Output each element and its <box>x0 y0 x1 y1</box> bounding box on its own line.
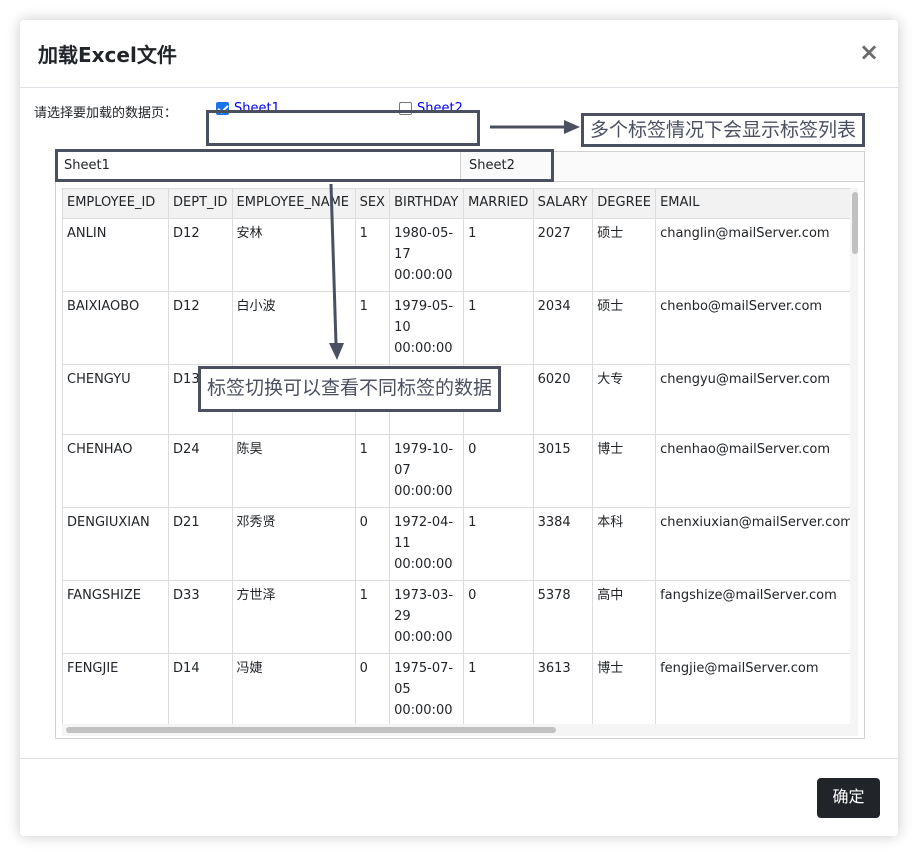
table-header-row: EMPLOYEE_ID DEPT_ID EMPLOYEE_NAME SEX BIRTHD… <box>62 188 858 219</box>
horizontal-scrollbar[interactable] <box>62 724 850 736</box>
horizontal-scroll-thumb[interactable] <box>66 727 556 733</box>
close-icon[interactable]: × <box>856 38 882 66</box>
table-cell: 1975-07-05 00:00:00 <box>389 653 465 727</box>
table-cell: 1 <box>463 218 534 292</box>
sheet-select-label: 请选择要加载的数据页： <box>34 106 178 121</box>
table-row[interactable]: DENGIUXIAN D21 邓秀贤 0 1972-04-11 00:00:00 1 338… <box>62 507 858 581</box>
table-cell: 5378 <box>532 580 594 654</box>
table-cell: 安林 <box>231 218 356 292</box>
column-header[interactable]: MARRIED <box>463 188 534 219</box>
table-cell: 1 <box>354 580 391 654</box>
table-cell: chenxiuxian@mailServer.com <box>655 507 858 581</box>
table-cell: CHENHAO <box>62 434 170 508</box>
table-cell: 3613 <box>532 653 594 727</box>
table-cell: 0 <box>354 653 391 727</box>
table-cell: 2027 <box>532 218 594 292</box>
table-cell: 1980-05-17 00:00:00 <box>389 218 465 292</box>
table-cell: 1 <box>354 218 391 292</box>
table-cell: D24 <box>168 434 233 508</box>
table-cell: 1972-04-11 00:00:00 <box>389 507 465 581</box>
table-cell: BAIXIAOBO <box>62 291 170 365</box>
dialog-title: 加载Excel文件 <box>38 43 177 67</box>
column-header[interactable]: EMPLOYEE_NAME <box>231 188 356 219</box>
table-cell: FANGSHIZE <box>62 580 170 654</box>
table-cell: chenhao@mailServer.com <box>655 434 858 508</box>
column-header[interactable]: SALARY <box>532 188 594 219</box>
table-cell: fangshize@mailServer.com <box>655 580 858 654</box>
table-cell: 0 <box>463 580 534 654</box>
table-cell: chengyu@mailServer.com <box>655 364 858 435</box>
table-row[interactable]: FANGSHIZE D33 方世泽 1 1973-03-29 00:00:00 0 5378… <box>62 580 858 654</box>
table-cell: 6020 <box>532 364 594 435</box>
table-cell: D14 <box>168 653 233 727</box>
dialog-footer: 确定 <box>20 758 898 836</box>
table-cell: changlin@mailServer.com <box>655 218 858 292</box>
data-table: EMPLOYEE_ID DEPT_ID EMPLOYEE_NAME SEX BIRTHD… <box>62 188 858 736</box>
table-cell: 0 <box>463 434 534 508</box>
table-cell: 白小波 <box>231 291 356 365</box>
table-row[interactable]: CHENHAO D24 陈昊 1 1979-10-07 00:00:00 0 3015 博士 c… <box>62 434 858 508</box>
table-cell: 1 <box>463 653 534 727</box>
table-cell: 1979-05-10 00:00:00 <box>389 291 465 365</box>
table-cell: fengjie@mailServer.com <box>655 653 858 727</box>
table-row[interactable]: ANLIN D12 安林 1 1980-05-17 00:00:00 1 2027 硕士 cha… <box>62 218 858 292</box>
table-row[interactable]: FENGJIE D14 冯婕 0 1975-07-05 00:00:00 1 3613 博士 f… <box>62 653 858 727</box>
ok-button[interactable]: 确定 <box>817 778 880 818</box>
table-cell: 博士 <box>592 653 657 727</box>
multi-sheet-annotation: 多个标签情况下会显示标签列表 <box>581 113 866 147</box>
table-cell: CHENGYU <box>62 364 170 435</box>
column-header[interactable]: EMPLOYEE_ID <box>62 188 170 219</box>
table-cell: 3384 <box>532 507 594 581</box>
table-cell: 1979-10-07 00:00:00 <box>389 434 465 508</box>
table-cell: DENGIUXIAN <box>62 507 170 581</box>
table-cell: 2034 <box>532 291 594 365</box>
table-cell: 陈昊 <box>231 434 356 508</box>
sheet-tab-panel: Sheet1 Sheet2 EMPLOYEE_ID DEPT_ID EMPLOYEE… <box>55 151 865 739</box>
table-cell: 高中 <box>592 580 657 654</box>
checkbox-highlight-box <box>206 110 480 146</box>
vertical-scroll-thumb[interactable] <box>852 192 858 254</box>
tab-switch-annotation: 标签切换可以查看不同标签的数据 <box>198 366 502 412</box>
table-cell: 方世泽 <box>231 580 356 654</box>
table-cell: FENGJIE <box>62 653 170 727</box>
table-cell: 1 <box>354 291 391 365</box>
table-cell: 本科 <box>592 507 657 581</box>
table-cell: 3015 <box>532 434 594 508</box>
table-cell: chenbo@mailServer.com <box>655 291 858 365</box>
table-cell: 冯婕 <box>231 653 356 727</box>
table-cell: D12 <box>168 218 233 292</box>
table-cell: 1 <box>463 291 534 365</box>
tab-highlight-box <box>55 149 554 182</box>
dialog-header: 加载Excel文件 × <box>20 20 898 88</box>
table-row[interactable]: BAIXIAOBO D12 白小波 1 1979-05-10 00:00:00 1 2034… <box>62 291 858 365</box>
table-cell: 硕士 <box>592 291 657 365</box>
table-cell: 1 <box>354 434 391 508</box>
column-header[interactable]: BIRTHDAY <box>389 188 465 219</box>
table-cell: D21 <box>168 507 233 581</box>
table-cell: D12 <box>168 291 233 365</box>
table-cell: 0 <box>354 507 391 581</box>
column-header[interactable]: SEX <box>354 188 391 219</box>
table-cell: 邓秀贤 <box>231 507 356 581</box>
table-cell: 1973-03-29 00:00:00 <box>389 580 465 654</box>
column-header[interactable]: DEGREE <box>592 188 657 219</box>
vertical-scrollbar[interactable] <box>850 188 858 736</box>
column-header[interactable]: EMAIL <box>655 188 858 219</box>
table-cell: ANLIN <box>62 218 170 292</box>
table-cell: D33 <box>168 580 233 654</box>
table-cell: 大专 <box>592 364 657 435</box>
table-cell: 1 <box>463 507 534 581</box>
table-cell: 硕士 <box>592 218 657 292</box>
data-grid: EMPLOYEE_ID DEPT_ID EMPLOYEE_NAME SEX BIRTHD… <box>62 188 858 736</box>
table-cell: 博士 <box>592 434 657 508</box>
column-header[interactable]: DEPT_ID <box>168 188 233 219</box>
